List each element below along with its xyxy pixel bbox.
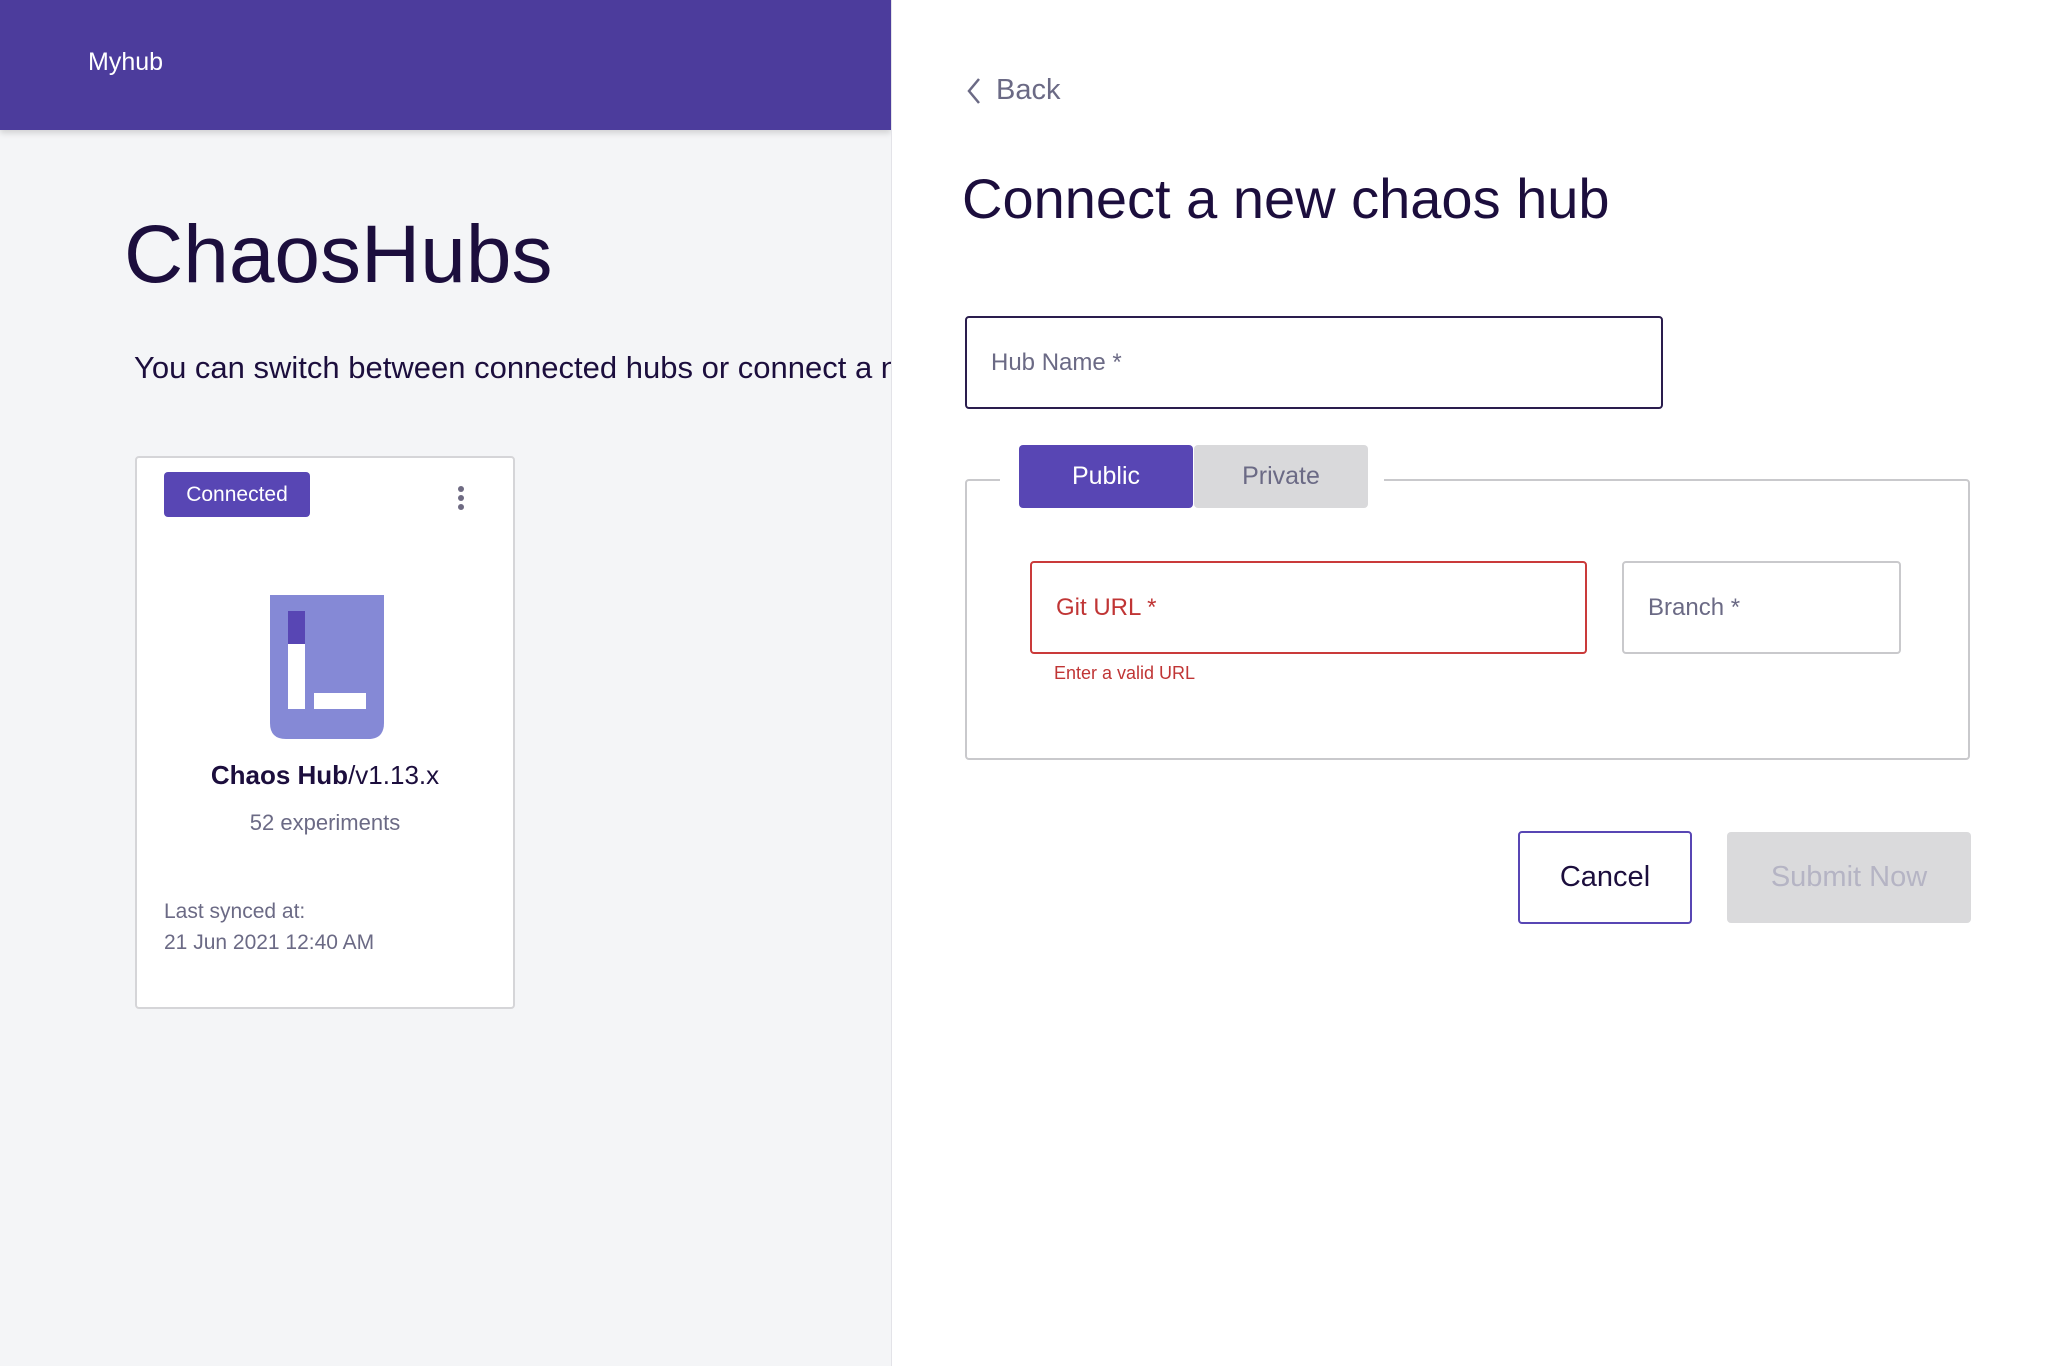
brand-name[interactable]: Myhub [88,48,163,77]
hub-card[interactable]: Connected Chaos Hub/v1.13.x 52 experimen… [135,456,515,1009]
experiment-count: 52 experiments [249,810,401,835]
hub-book-icon [270,595,384,739]
tab-public[interactable]: Public [1019,445,1193,508]
sync-label: Last synced at: [164,900,306,923]
page-subtitle: You can switch between connected hubs or… [134,350,891,385]
tab-private[interactable]: Private [1194,445,1368,508]
sync-date: 21 Jun 2021 12:40 AM [164,931,375,954]
page-title: ChaosHubs [124,209,553,300]
git-url-placeholder: Git URL * [1056,593,1157,621]
form-title: Connect a new chaos hub [962,167,1610,230]
chevron-left-icon [967,77,980,104]
git-url-input[interactable]: Git URL * [1030,561,1587,654]
status-badge: Connected [164,472,310,517]
hub-title: Chaos Hub/v1.13.x [137,760,513,791]
git-url-error: Enter a valid URL [1054,663,1196,683]
branch-placeholder: Branch * [1648,593,1741,621]
branch-input[interactable]: Branch * [1622,561,1901,654]
hub-name-input[interactable]: Hub Name * [965,316,1663,409]
more-options-icon[interactable] [455,486,467,516]
hub-branch: /v1.13.x [348,760,440,790]
hub-name-placeholder: Hub Name * [991,348,1122,376]
back-button[interactable]: Back [966,74,1060,107]
back-label: Back [996,74,1061,106]
cancel-button[interactable]: Cancel [1518,831,1692,924]
top-bar: Myhub [0,0,891,130]
hubs-panel: Myhub ChaosHubs You can switch between c… [0,0,892,1366]
hub-name: Chaos Hub [210,760,349,790]
submit-button[interactable]: Submit Now [1727,832,1971,923]
